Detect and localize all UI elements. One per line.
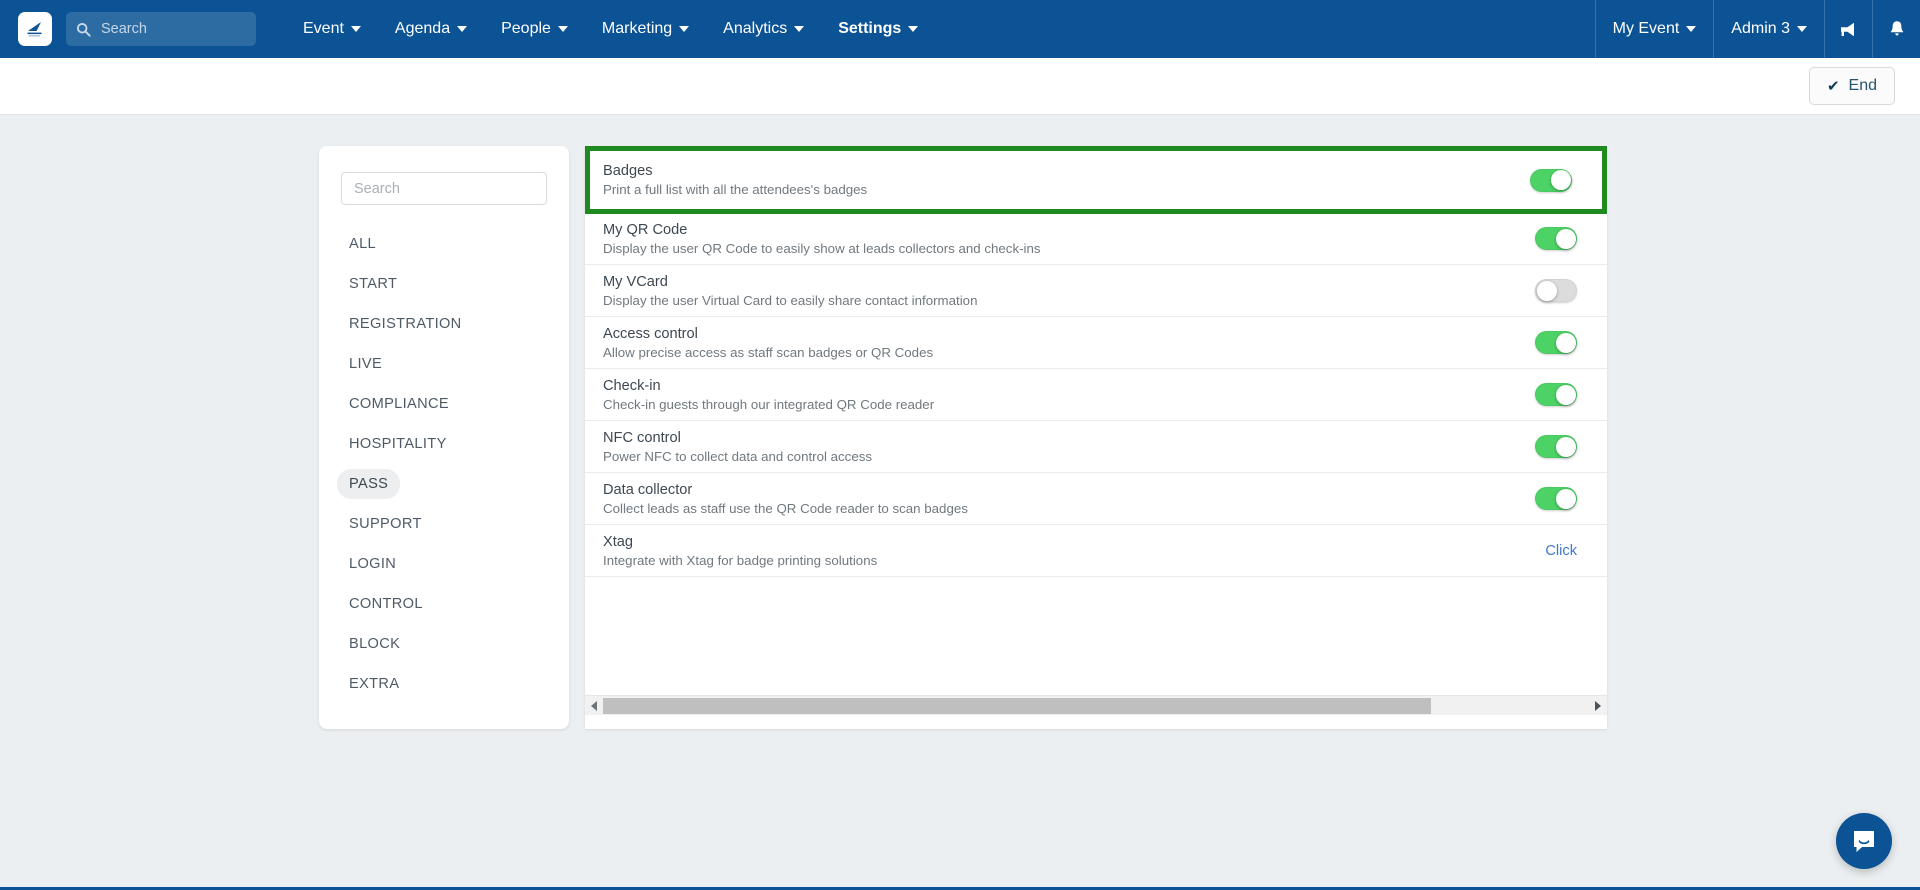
setting-description: Check-in guests through our integrated Q… — [603, 396, 935, 412]
nav-label: Marketing — [601, 20, 673, 37]
setting-title: Badges — [603, 163, 653, 179]
scrollbar-thumb[interactable] — [603, 697, 1431, 714]
sidebar-item-extra[interactable]: EXTRA — [337, 669, 411, 699]
setting-title: Xtag — [603, 533, 634, 550]
nav-label: People — [501, 20, 551, 37]
sidebar-item-all[interactable]: ALL — [337, 229, 388, 259]
sidebar-item-login[interactable]: LOGIN — [337, 549, 408, 579]
nav-item-marketing[interactable]: Marketing — [585, 0, 706, 58]
setting-row-my-vcard[interactable]: My VCard Display the user Virtual Card t… — [585, 265, 1607, 317]
top-navbar: Event Agenda People Marketing Analytics … — [0, 0, 1920, 58]
horizontal-scrollbar[interactable] — [585, 695, 1607, 715]
panel-empty-area — [585, 577, 1607, 695]
settings-rows: Badges Print a full list with all the at… — [585, 146, 1607, 695]
sidebar-item-pass[interactable]: PASS — [337, 469, 401, 499]
nav-label: Event — [303, 20, 344, 37]
setting-row-check-in[interactable]: Check-in Check-in guests through our int… — [585, 369, 1607, 421]
event-selector-label: My Event — [1612, 20, 1680, 37]
sub-header-bar: ✔ End — [0, 58, 1920, 115]
setting-row-nfc-control[interactable]: NFC control Power NFC to collect data an… — [585, 421, 1607, 473]
main-menu: Event Agenda People Marketing Analytics … — [286, 0, 935, 58]
chevron-down-icon — [1797, 26, 1807, 32]
nav-item-analytics[interactable]: Analytics — [706, 0, 821, 58]
setting-description: Display the user QR Code to easily show … — [603, 240, 1041, 256]
toggle-access-control[interactable] — [1535, 331, 1577, 354]
bell-icon[interactable] — [1872, 0, 1920, 58]
user-menu[interactable]: Admin 3 — [1713, 0, 1824, 58]
sidebar-items-list: ALL START REGISTRATION LIVE COMPLIANCE H… — [337, 229, 547, 709]
setting-row-xtag[interactable]: Xtag Integrate with Xtag for badge print… — [585, 525, 1607, 577]
sidebar-item-registration[interactable]: REGISTRATION — [337, 309, 474, 339]
nav-label: Agenda — [394, 20, 451, 37]
toggle-badges[interactable] — [1530, 168, 1572, 192]
chevron-down-icon — [1686, 26, 1697, 32]
setting-title: Data collector — [603, 481, 693, 498]
end-button[interactable]: ✔ End — [1808, 67, 1895, 105]
setting-description: Power NFC to collect data and control ac… — [603, 448, 873, 464]
sidebar-item-compliance[interactable]: COMPLIANCE — [337, 389, 461, 419]
nav-item-agenda[interactable]: Agenda — [378, 0, 484, 58]
inevent-logo-icon[interactable] — [18, 12, 52, 46]
scrollbar-track[interactable] — [603, 696, 1589, 716]
chevron-down-icon — [457, 26, 468, 32]
sidebar-item-control[interactable]: CONTROL — [337, 589, 435, 619]
setting-description: Collect leads as staff use the QR Code r… — [603, 500, 968, 516]
setting-row-data-collector[interactable]: Data collector Collect leads as staff us… — [585, 473, 1607, 525]
setting-title: Access control — [603, 325, 698, 342]
setting-title: NFC control — [603, 429, 681, 446]
event-selector[interactable]: My Event — [1594, 0, 1714, 58]
toggle-data-collector[interactable] — [1535, 487, 1577, 510]
check-icon: ✔ — [1826, 77, 1840, 95]
chevron-down-icon — [557, 26, 568, 32]
toggle-check-in[interactable] — [1535, 383, 1577, 406]
global-search[interactable] — [66, 12, 256, 46]
setting-row-badges[interactable]: Badges Print a full list with all the at… — [585, 146, 1607, 214]
search-icon — [76, 22, 91, 37]
chevron-down-icon — [794, 26, 805, 32]
settings-panel: Badges Print a full list with all the at… — [585, 146, 1607, 729]
chevron-down-icon — [908, 26, 919, 32]
toggle-my-qr-code[interactable] — [1535, 227, 1577, 250]
nav-item-event[interactable]: Event — [286, 0, 378, 58]
intercom-chat-icon[interactable] — [1836, 813, 1892, 869]
nav-item-people[interactable]: People — [484, 0, 585, 58]
search-input[interactable] — [99, 20, 246, 38]
xtag-click-link[interactable]: Click — [1545, 543, 1577, 559]
setting-title: My QR Code — [603, 221, 688, 238]
chevron-left-icon[interactable] — [585, 696, 603, 716]
chevron-down-icon — [350, 26, 361, 32]
sidebar-item-start[interactable]: START — [337, 269, 409, 299]
settings-category-sidebar: ALL START REGISTRATION LIVE COMPLIANCE H… — [319, 146, 569, 729]
nav-label: Analytics — [723, 20, 788, 37]
chevron-right-icon[interactable] — [1589, 696, 1607, 716]
nav-item-settings[interactable]: Settings — [821, 0, 935, 58]
setting-title: Check-in — [603, 377, 661, 394]
sidebar-search-input[interactable] — [341, 172, 547, 205]
setting-row-my-qr-code[interactable]: My QR Code Display the user QR Code to e… — [585, 213, 1607, 265]
navbar-right: My Event Admin 3 — [1594, 0, 1920, 58]
sidebar-item-hospitality[interactable]: HOSPITALITY — [337, 429, 459, 459]
user-menu-label: Admin 3 — [1731, 20, 1790, 37]
sidebar-item-live[interactable]: LIVE — [337, 349, 394, 379]
setting-description: Print a full list with all the attendees… — [603, 182, 868, 197]
sidebar-item-support[interactable]: SUPPORT — [337, 509, 434, 539]
setting-row-access-control[interactable]: Access control Allow precise access as s… — [585, 317, 1607, 369]
setting-title: My VCard — [603, 273, 668, 290]
setting-description: Allow precise access as staff scan badge… — [603, 344, 934, 360]
setting-description: Display the user Virtual Card to easily … — [603, 292, 978, 308]
toggle-my-vcard[interactable] — [1535, 279, 1577, 302]
nav-label: Settings — [838, 20, 902, 37]
sidebar-item-block[interactable]: BLOCK — [337, 629, 412, 659]
page-body: ALL START REGISTRATION LIVE COMPLIANCE H… — [0, 115, 1920, 887]
toggle-nfc-control[interactable] — [1535, 435, 1577, 458]
end-button-label: End — [1848, 77, 1877, 94]
setting-description: Integrate with Xtag for badge printing s… — [603, 552, 878, 568]
megaphone-icon[interactable] — [1824, 0, 1872, 58]
chevron-down-icon — [679, 26, 690, 32]
